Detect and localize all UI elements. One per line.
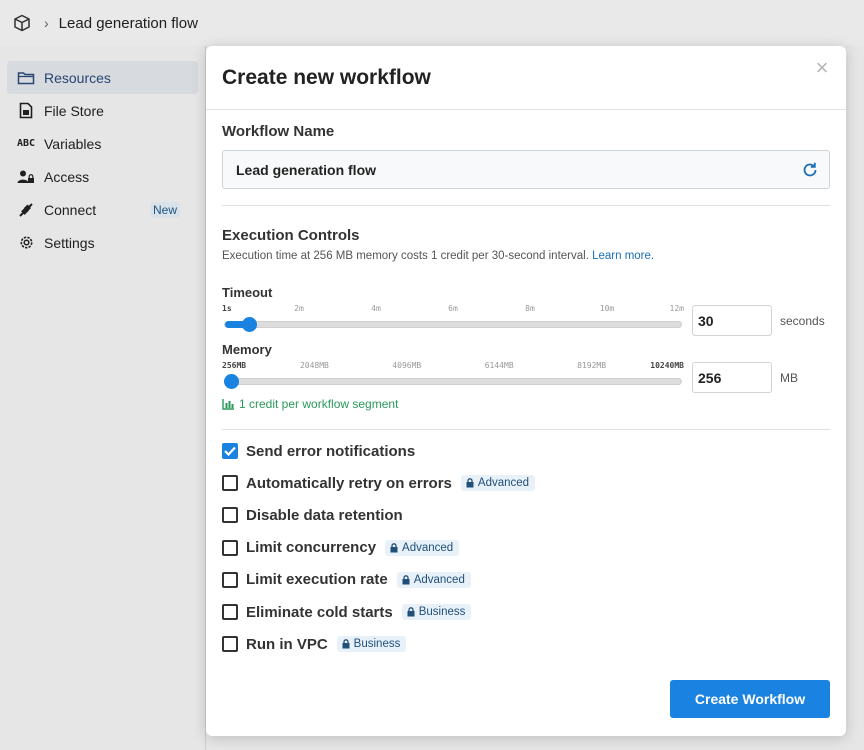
option-label: Limit execution rate xyxy=(246,571,388,589)
tick-label: 2m xyxy=(294,304,304,313)
tick-label: 1s xyxy=(222,304,232,313)
close-icon[interactable]: × xyxy=(812,57,832,79)
checkbox[interactable] xyxy=(222,475,238,492)
timeout-label: Timeout xyxy=(222,285,273,300)
memory-slider-track[interactable] xyxy=(224,374,682,389)
option-label: Disable data retention xyxy=(246,506,403,524)
plan-badge: Business xyxy=(401,604,472,620)
workflow-name-value: Lead generation flow xyxy=(236,161,377,178)
bar-chart-icon xyxy=(222,399,234,410)
memory-unit: MB xyxy=(780,371,798,385)
option-row[interactable]: Send error notifications xyxy=(222,441,415,461)
plan-badge-text: Advanced xyxy=(413,573,465,586)
lock-icon xyxy=(342,639,350,649)
execution-description: Execution time at 256 MB memory costs 1 … xyxy=(222,250,654,262)
learn-more-link[interactable]: Learn more. xyxy=(592,250,654,262)
plan-badge-text: Advanced xyxy=(477,477,530,490)
timeout-unit: seconds xyxy=(780,314,825,328)
create-workflow-dialog: Create new workflow × Workflow Name Lead… xyxy=(206,46,846,736)
execution-description-text: Execution time at 256 MB memory costs 1 … xyxy=(222,250,589,262)
option-row[interactable]: Run in VPC Business xyxy=(222,634,407,654)
plan-badge: Advanced xyxy=(385,539,460,556)
tick-label: 8192MB xyxy=(577,361,607,370)
divider xyxy=(222,429,830,430)
dialog-header: Create new workflow xyxy=(206,46,846,110)
option-label: Send error notifications xyxy=(246,442,416,460)
checkbox-checked[interactable] xyxy=(222,443,238,459)
checkbox[interactable] xyxy=(222,636,238,653)
plan-badge: Advanced xyxy=(396,571,471,588)
plan-badge: Advanced xyxy=(460,475,536,492)
option-row[interactable]: Limit concurrency Advanced xyxy=(222,538,460,558)
credit-note-text: 1 credit per workflow segment xyxy=(239,397,399,411)
plan-badge-text: Business xyxy=(353,638,401,651)
checkbox[interactable] xyxy=(222,604,238,620)
checkbox[interactable] xyxy=(222,507,238,524)
option-row[interactable]: Eliminate cold starts Business xyxy=(222,602,472,622)
plan-badge-text: Advanced xyxy=(402,541,454,554)
tick-label: 2048MB xyxy=(299,361,329,370)
option-label: Eliminate cold starts xyxy=(246,603,393,621)
tick-label: 256MB xyxy=(222,361,247,370)
option-label: Run in VPC xyxy=(246,635,328,653)
workflow-name-label: Workflow Name xyxy=(222,123,335,140)
option-row[interactable]: Limit execution rate Advanced xyxy=(222,570,471,590)
timeout-slider-track[interactable] xyxy=(224,317,682,332)
checkbox[interactable] xyxy=(222,571,238,588)
tick-label: 6144MB xyxy=(484,361,514,370)
dialog-title: Create new workflow xyxy=(222,65,431,89)
tick-label: 8m xyxy=(525,304,535,313)
tick-label: 4m xyxy=(371,304,381,313)
plan-badge-text: Business xyxy=(418,606,466,618)
option-row[interactable]: Disable data retention xyxy=(222,505,403,525)
check-icon xyxy=(224,446,236,456)
memory-label: Memory xyxy=(222,342,272,357)
tick-label: 10m xyxy=(599,304,615,313)
lock-icon xyxy=(407,607,415,617)
memory-input[interactable]: 256 xyxy=(692,362,772,393)
tick-label: 10240MB xyxy=(650,361,684,370)
lock-icon xyxy=(390,542,398,553)
option-label: Automatically retry on errors xyxy=(246,474,452,492)
tick-label: 6m xyxy=(448,304,458,313)
lock-icon xyxy=(466,478,474,488)
credit-note: 1 credit per workflow segment xyxy=(222,397,398,411)
tick-label: 12m xyxy=(669,304,684,313)
option-label: Limit concurrency xyxy=(246,539,377,557)
refresh-icon[interactable] xyxy=(801,161,819,179)
execution-controls-title: Execution Controls xyxy=(222,227,360,244)
lock-icon xyxy=(402,574,410,585)
plan-badge: Business xyxy=(336,636,407,653)
tick-label: 4096MB xyxy=(392,361,422,370)
option-row[interactable]: Automatically retry on errors Advanced xyxy=(222,473,536,493)
divider xyxy=(222,205,830,206)
checkbox[interactable] xyxy=(222,539,238,556)
timeout-input[interactable]: 30 xyxy=(692,305,772,336)
memory-slider-thumb[interactable] xyxy=(224,374,239,389)
timeout-slider-thumb[interactable] xyxy=(242,317,258,332)
workflow-name-input[interactable]: Lead generation flow xyxy=(222,150,830,189)
create-workflow-button[interactable]: Create Workflow xyxy=(670,680,830,718)
